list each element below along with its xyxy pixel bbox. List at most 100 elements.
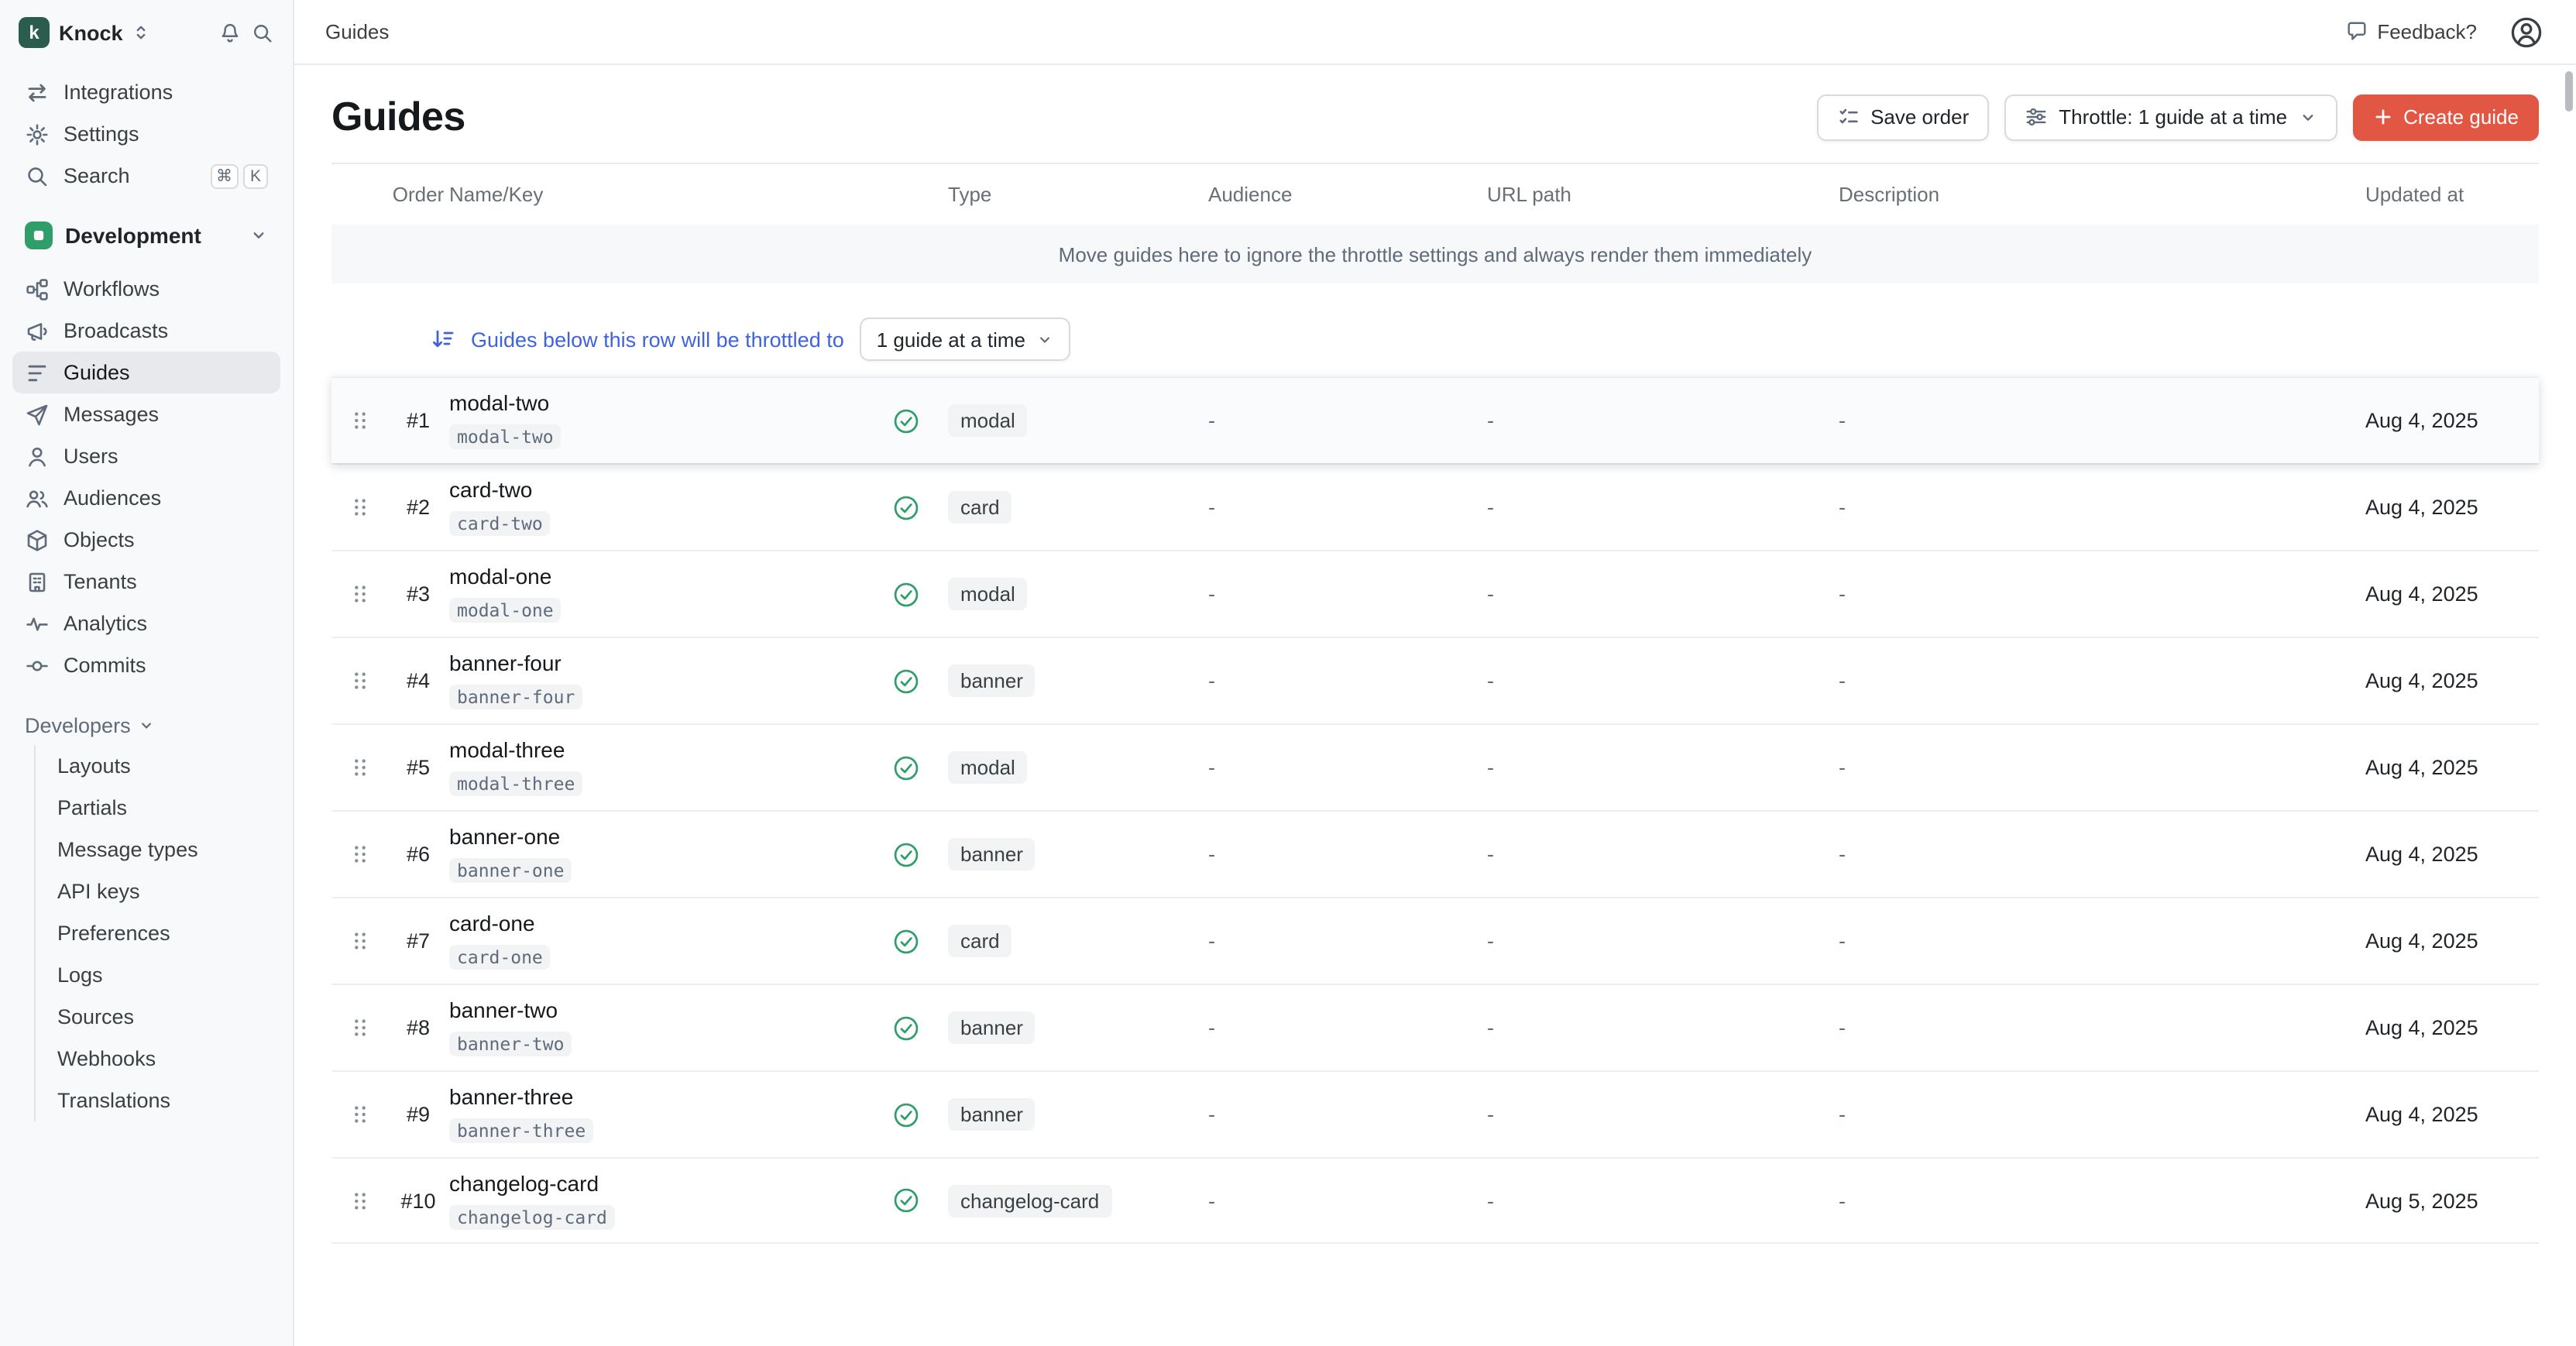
- throttle-amount-select[interactable]: 1 guide at a time: [860, 318, 1070, 361]
- drag-handle-icon[interactable]: [331, 409, 387, 432]
- status-check-icon: [892, 407, 948, 434]
- sidebar-item-sources[interactable]: Sources: [36, 996, 280, 1038]
- audience-cell: -: [1208, 669, 1487, 692]
- table-row[interactable]: #3 modal-onemodal-one modal - - - Aug 4,…: [331, 550, 2539, 637]
- table-row[interactable]: #8 banner-twobanner-two banner - - - Aug…: [331, 984, 2539, 1070]
- table-row[interactable]: #2 card-twocard-two card - - - Aug 4, 20…: [331, 463, 2539, 550]
- type-cell: banner: [948, 838, 1208, 870]
- table-row[interactable]: #1 modal-twomodal-two modal - - - Aug 4,…: [331, 376, 2539, 463]
- save-order-button[interactable]: Save order: [1816, 94, 1989, 140]
- sidebar-item-label: Commits: [64, 654, 146, 677]
- description-cell: -: [1839, 582, 2365, 606]
- drag-handle-icon[interactable]: [331, 1189, 387, 1212]
- type-cell: banner: [948, 664, 1208, 697]
- sidebar: k Knock Integrations: [0, 0, 294, 1346]
- drag-handle-icon[interactable]: [331, 496, 387, 519]
- environment-switcher[interactable]: Development: [12, 212, 280, 259]
- drag-handle-icon[interactable]: [331, 756, 387, 779]
- sidebar-nav: Integrations Settings Search ⌘ K: [0, 65, 293, 1134]
- sidebar-item-commits[interactable]: Commits: [12, 644, 280, 686]
- sidebar-item-integrations[interactable]: Integrations: [12, 71, 280, 113]
- order-number: #8: [387, 1016, 449, 1039]
- column-header-url-path: URL path: [1487, 183, 1839, 206]
- notifications-bell-icon[interactable]: [218, 21, 242, 44]
- type-cell: changelog-card: [948, 1184, 1208, 1217]
- page-content: Guides Save order Throttle: 1 guide at a…: [294, 65, 2576, 1346]
- developers-section-toggle[interactable]: Developers: [12, 705, 280, 745]
- k-keycap: K: [243, 163, 268, 188]
- sidebar-item-label: Integrations: [64, 81, 173, 104]
- sidebar-item-label: Guides: [64, 361, 130, 384]
- updated-at-cell: Aug 4, 2025: [2365, 409, 2539, 432]
- drag-handle-icon[interactable]: [331, 1016, 387, 1039]
- sidebar-item-label: Message types: [57, 838, 198, 861]
- throttle-divider-link[interactable]: Guides below this row will be throttled …: [471, 328, 844, 351]
- sidebar-item-broadcasts[interactable]: Broadcasts: [12, 310, 280, 352]
- search-icon[interactable]: [251, 21, 274, 44]
- table-row[interactable]: #6 banner-onebanner-one banner - - - Aug…: [331, 810, 2539, 897]
- sidebar-item-translations[interactable]: Translations: [36, 1080, 280, 1121]
- drag-handle-icon[interactable]: [331, 669, 387, 692]
- workspace-switcher-icon[interactable]: [132, 23, 151, 42]
- knock-logo[interactable]: k: [19, 17, 50, 48]
- guide-key: modal-three: [449, 771, 582, 796]
- audiences-icon: [25, 486, 50, 510]
- immediate-render-drop-zone[interactable]: Move guides here to ignore the throttle …: [331, 225, 2539, 283]
- url-path-cell: -: [1487, 929, 1839, 953]
- updated-at-cell: Aug 5, 2025: [2365, 1189, 2539, 1212]
- sidebar-item-analytics[interactable]: Analytics: [12, 603, 280, 644]
- sidebar-item-logs[interactable]: Logs: [36, 954, 280, 996]
- drag-handle-icon[interactable]: [331, 582, 387, 606]
- description-cell: -: [1839, 929, 2365, 953]
- feedback-button[interactable]: Feedback?: [2335, 14, 2486, 50]
- table-row[interactable]: #9 banner-threebanner-three banner - - -…: [331, 1070, 2539, 1157]
- drag-handle-icon[interactable]: [331, 843, 387, 866]
- create-guide-button[interactable]: Create guide: [2352, 94, 2539, 140]
- page-title: Guides: [331, 93, 465, 141]
- table-row[interactable]: #4 banner-fourbanner-four banner - - - A…: [331, 637, 2539, 723]
- audience-cell: -: [1208, 1189, 1487, 1212]
- status-check-icon: [892, 1100, 948, 1128]
- guide-key: banner-two: [449, 1032, 572, 1056]
- sidebar-item-settings[interactable]: Settings: [12, 113, 280, 155]
- guide-name-cell: card-twocard-two: [449, 477, 892, 537]
- sidebar-item-users[interactable]: Users: [12, 435, 280, 477]
- table-row[interactable]: #10 changelog-cardchangelog-card changel…: [331, 1157, 2539, 1244]
- table-row[interactable]: #7 card-onecard-one card - - - Aug 4, 20…: [331, 897, 2539, 984]
- sidebar-item-search[interactable]: Search ⌘ K: [12, 155, 280, 197]
- sidebar-item-layouts[interactable]: Layouts: [36, 745, 280, 787]
- drag-handle-icon[interactable]: [331, 929, 387, 953]
- sidebar-item-guides[interactable]: Guides: [12, 352, 280, 393]
- sidebar-item-messages[interactable]: Messages: [12, 393, 280, 435]
- order-number: #3: [387, 582, 449, 606]
- sidebar-item-objects[interactable]: Objects: [12, 519, 280, 561]
- table-row[interactable]: #5 modal-threemodal-three modal - - - Au…: [331, 723, 2539, 810]
- plus-icon: [2372, 107, 2392, 127]
- drop-zone-hint: Move guides here to ignore the throttle …: [1059, 242, 1812, 266]
- messages-icon: [25, 402, 50, 427]
- sidebar-item-webhooks[interactable]: Webhooks: [36, 1038, 280, 1080]
- sidebar-item-tenants[interactable]: Tenants: [12, 561, 280, 603]
- throttle-dropdown[interactable]: Throttle: 1 guide at a time: [2004, 94, 2337, 140]
- sidebar-item-workflows[interactable]: Workflows: [12, 268, 280, 310]
- guide-name: card-one: [449, 911, 535, 936]
- column-header-type: Type: [948, 183, 1208, 206]
- sidebar-item-preferences[interactable]: Preferences: [36, 912, 280, 954]
- description-cell: -: [1839, 496, 2365, 519]
- sidebar-header: k Knock: [0, 0, 293, 65]
- page-actions: Save order Throttle: 1 guide at a time: [1816, 94, 2539, 140]
- sidebar-item-api-keys[interactable]: API keys: [36, 870, 280, 912]
- scrollbar-thumb[interactable]: [2565, 71, 2573, 112]
- workflows-icon: [25, 276, 50, 301]
- url-path-cell: -: [1487, 1189, 1839, 1212]
- column-header-audience: Audience: [1208, 183, 1487, 206]
- developers-label: Developers: [25, 713, 131, 737]
- sliders-icon: [2025, 105, 2048, 129]
- sidebar-item-label: Sources: [57, 1005, 134, 1028]
- throttle-label: Throttle: 1 guide at a time: [2059, 105, 2287, 129]
- account-avatar[interactable]: [2508, 13, 2545, 50]
- sidebar-item-partials[interactable]: Partials: [36, 787, 280, 829]
- drag-handle-icon[interactable]: [331, 1103, 387, 1126]
- sidebar-item-audiences[interactable]: Audiences: [12, 477, 280, 519]
- sidebar-item-message-types[interactable]: Message types: [36, 829, 280, 870]
